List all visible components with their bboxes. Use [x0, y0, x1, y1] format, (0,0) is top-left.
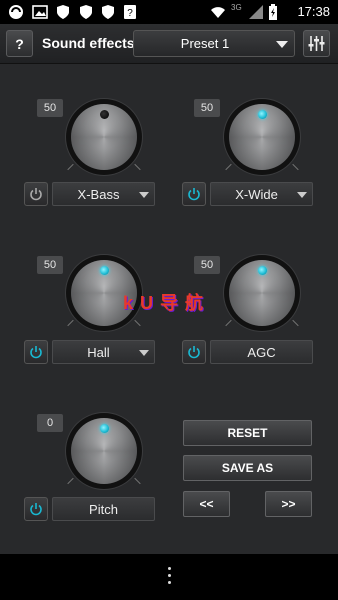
next-preset-button[interactable]: >> — [265, 491, 312, 517]
knob-indicator — [257, 110, 267, 119]
clock: 17:38 — [297, 4, 330, 19]
chevron-down-icon — [297, 192, 307, 198]
pitch-label: Pitch — [89, 501, 118, 517]
save-as-button[interactable]: SAVE AS — [183, 455, 312, 481]
wifi-icon — [211, 7, 225, 18]
xwide-value: 50 — [194, 99, 220, 117]
xwide-label: X-Wide — [235, 186, 278, 202]
previous-preset-button[interactable]: << — [183, 491, 230, 517]
battery-icon — [269, 4, 277, 20]
knob-indicator — [257, 266, 267, 275]
agc-value: 50 — [194, 256, 220, 274]
hall-label: Hall — [87, 344, 110, 360]
power-icon — [30, 503, 42, 516]
chevron-down-icon — [139, 192, 149, 198]
page-title: Sound effects — [42, 35, 135, 51]
signal-icon — [249, 5, 263, 19]
help-button[interactable]: ? — [6, 30, 33, 57]
reset-button[interactable]: RESET — [183, 420, 312, 446]
power-icon — [30, 346, 42, 359]
pitch-label-box: Pitch — [52, 497, 155, 521]
power-icon — [30, 188, 42, 201]
overflow-menu-icon[interactable] — [166, 567, 172, 587]
chevron-down-icon — [139, 350, 149, 356]
hall-power-toggle[interactable] — [24, 340, 48, 364]
power-icon — [188, 188, 200, 201]
question-icon: ? — [124, 5, 136, 19]
agc-knob[interactable] — [224, 255, 300, 331]
hall-mode-dropdown[interactable]: Hall — [52, 340, 155, 364]
equalizer-button[interactable] — [303, 30, 330, 57]
xbass-mode-dropdown[interactable]: X-Bass — [52, 182, 155, 206]
agc-power-toggle[interactable] — [182, 340, 206, 364]
svg-text:?: ? — [127, 8, 133, 19]
xbass-knob[interactable] — [66, 99, 142, 175]
pitch-knob[interactable] — [66, 413, 142, 489]
chevron-down-icon — [276, 41, 288, 48]
watermark-logo: k U 导 航 — [123, 293, 205, 313]
preset-label: Preset 1 — [180, 36, 230, 51]
xwide-knob[interactable] — [224, 99, 300, 175]
equalizer-icon — [308, 36, 325, 51]
hall-value: 50 — [37, 256, 63, 274]
xwide-power-toggle[interactable] — [182, 182, 206, 206]
app-bar: ? Sound effects Preset 1 — [0, 24, 338, 64]
pitch-power-toggle[interactable] — [24, 497, 48, 521]
agc-label-box: AGC — [210, 340, 313, 364]
shield-icon — [102, 5, 114, 19]
knob-indicator — [99, 266, 109, 275]
xbass-power-toggle[interactable] — [24, 182, 48, 206]
xbass-value: 50 — [37, 99, 63, 117]
power-icon — [188, 346, 200, 359]
xwide-mode-dropdown[interactable]: X-Wide — [210, 182, 313, 206]
status-bar: ? 3G 17:38 — [0, 0, 338, 24]
shield-icon — [57, 5, 69, 19]
shield-icon — [80, 5, 92, 19]
image-icon — [32, 5, 48, 19]
knob-indicator — [99, 110, 109, 119]
network-type: 3G — [231, 3, 242, 12]
xbass-label: X-Bass — [77, 186, 120, 202]
app-icon — [9, 5, 23, 19]
preset-dropdown[interactable]: Preset 1 — [133, 30, 295, 57]
system-nav-bar — [0, 554, 338, 600]
pitch-value: 0 — [37, 414, 63, 432]
agc-label: AGC — [247, 344, 276, 360]
knob-indicator — [99, 424, 109, 433]
